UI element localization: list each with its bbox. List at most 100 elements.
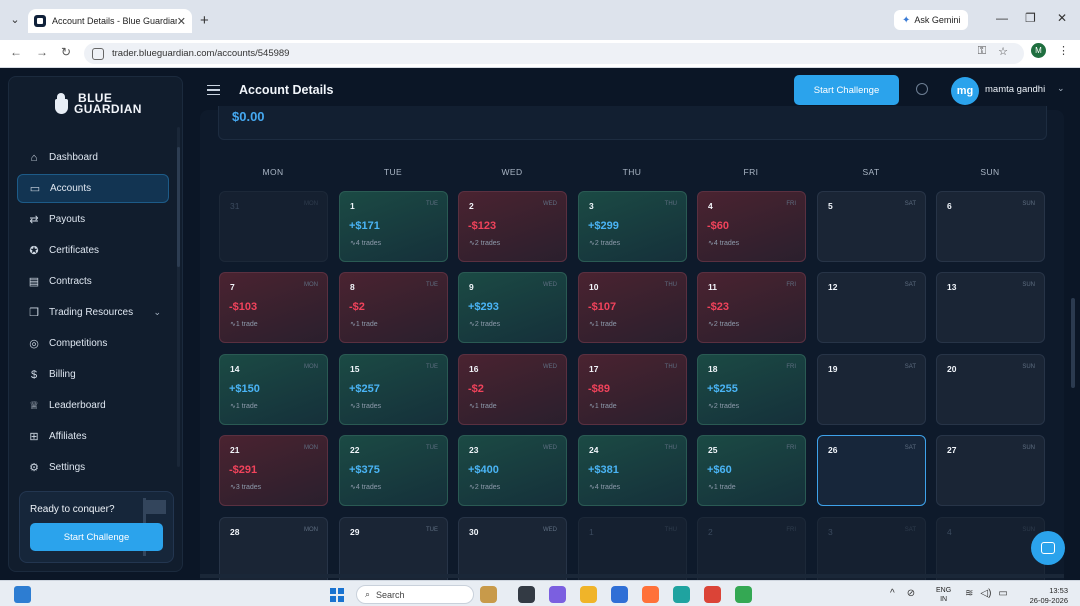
ask-gemini-button[interactable]: ✦ Ask Gemini — [894, 10, 969, 30]
minimize-icon[interactable]: — — [996, 11, 1008, 25]
sidebar-item-contracts[interactable]: ▤ Contracts — [17, 267, 169, 296]
calendar-day-cell[interactable]: 22 TUE +$375 4 trades — [339, 435, 448, 506]
balance-card — [218, 106, 1047, 140]
calendar-day-cell[interactable]: 17 THU -$89 1 trade — [578, 354, 687, 425]
calendar-day-cell[interactable]: 20 SUN — [936, 354, 1045, 425]
calendar-day-cell[interactable]: 2 WED -$123 2 trades — [458, 191, 567, 262]
calendar-day-cell[interactable]: 11 FRI -$23 2 trades — [697, 272, 806, 343]
theme-toggle-icon[interactable] — [916, 83, 928, 95]
back-icon[interactable]: ← — [10, 45, 22, 59]
calendar-day-cell[interactable]: 3 THU +$299 2 trades — [578, 191, 687, 262]
sidebar-item-billing[interactable]: $ Billing — [17, 360, 169, 389]
sidebar-item-certificates[interactable]: ✪ Certificates — [17, 236, 169, 265]
restore-icon[interactable]: ❐ — [1025, 11, 1036, 25]
weekday-header: MON — [262, 167, 284, 177]
calendar-day-cell[interactable]: 19 SAT — [817, 354, 926, 425]
day-number: 20 — [947, 364, 957, 374]
day-weekday: MON — [304, 445, 318, 451]
menu-toggle-icon[interactable] — [207, 85, 220, 95]
start-challenge-button[interactable]: Start Challenge — [794, 75, 899, 105]
day-weekday: TUE — [426, 445, 438, 451]
sidebar-scrollbar[interactable] — [177, 127, 180, 467]
calendar-day-cell[interactable]: 8 TUE -$2 1 trade — [339, 272, 448, 343]
favicon-icon — [34, 15, 46, 27]
taskbar-search[interactable]: ⌕ Search — [356, 585, 474, 604]
sidebar-item-settings[interactable]: ⚙ Settings — [17, 453, 169, 482]
explorer-app-icon[interactable] — [580, 586, 597, 603]
forward-icon[interactable]: → — [36, 45, 48, 59]
site-info-icon[interactable] — [92, 47, 104, 60]
address-bar[interactable]: trader.blueguardian.com/accounts/545989 … — [84, 43, 1024, 64]
password-key-icon[interactable]: ⚿ — [978, 45, 986, 58]
calendar-day-cell[interactable]: 2 FRI — [697, 517, 806, 580]
widgets-icon[interactable] — [14, 586, 31, 603]
sidebar-item-leaderboard[interactable]: ♕ Leaderboard — [17, 391, 169, 420]
calendar-day-cell[interactable]: 3 SAT — [817, 517, 926, 580]
firefox-app-icon[interactable] — [642, 586, 659, 603]
user-name[interactable]: mamta gandhi — [985, 84, 1045, 95]
bookmark-star-icon[interactable]: ☆ — [998, 45, 1008, 58]
calendar-day-cell[interactable]: 29 TUE — [339, 517, 448, 580]
calendar-day-cell[interactable]: 26 SAT — [817, 435, 926, 506]
content-scrollbar[interactable] — [1071, 298, 1075, 388]
calendar-day-cell[interactable]: 23 WED +$400 2 trades — [458, 435, 567, 506]
calendar-day-cell[interactable]: 1 TUE +$171 4 trades — [339, 191, 448, 262]
calendar-day-cell[interactable]: 25 FRI +$60 1 trade — [697, 435, 806, 506]
calendar-day-cell[interactable]: 28 MON — [219, 517, 328, 580]
calendar-day-cell[interactable]: 24 THU +$381 4 trades — [578, 435, 687, 506]
chrome-app-icon[interactable] — [704, 586, 721, 603]
chrome-alt-app-icon[interactable] — [735, 586, 752, 603]
profile-avatar[interactable]: M — [1031, 43, 1046, 58]
tray-status-icons[interactable]: ≋ ◁) ▭ — [965, 588, 1008, 599]
browser-tab[interactable]: Account Details - Blue Guardian ✕ — [28, 9, 192, 33]
tab-title: Account Details - Blue Guardian — [52, 16, 177, 26]
tray-overflow-icon[interactable]: ^ — [890, 588, 895, 599]
user-avatar[interactable]: mg — [951, 77, 979, 105]
tray-network-icon[interactable]: ⊘ — [907, 588, 915, 599]
chevron-down-icon[interactable]: ⌄ — [153, 307, 161, 318]
calendar-day-cell[interactable]: 6 SUN — [936, 191, 1045, 262]
browser-menu-icon[interactable]: ⋮ — [1058, 44, 1069, 57]
calendar-day-cell[interactable]: 12 SAT — [817, 272, 926, 343]
calendar-day-cell[interactable]: 9 WED +$293 2 trades — [458, 272, 567, 343]
close-window-icon[interactable]: ✕ — [1057, 11, 1067, 25]
widgets-app-icon[interactable] — [480, 586, 497, 603]
promo-start-challenge-button[interactable]: Start Challenge — [30, 523, 163, 551]
calendar-day-cell[interactable]: 5 SAT — [817, 191, 926, 262]
calendar-day-cell[interactable]: 31 MON — [219, 191, 328, 262]
calendar-day-cell[interactable]: 13 SUN — [936, 272, 1045, 343]
calendar-day-cell[interactable]: 30 WED — [458, 517, 567, 580]
calendar-day-cell[interactable]: 4 FRI -$60 4 trades — [697, 191, 806, 262]
sidebar-item-competitions[interactable]: ◎ Competitions — [17, 329, 169, 358]
user-menu-chevron-icon[interactable]: ⌄ — [1057, 83, 1065, 94]
language-indicator[interactable]: ENG IN — [936, 586, 951, 604]
edge-app-icon[interactable] — [673, 586, 690, 603]
calendar-day-cell[interactable]: 14 MON +$150 1 trade — [219, 354, 328, 425]
sidebar-item-accounts[interactable]: ▭ Accounts — [17, 174, 169, 203]
sidebar-item-affiliates[interactable]: ⊞ Affiliates — [17, 422, 169, 451]
windows-start-icon[interactable] — [330, 588, 344, 602]
content-hscrollbar[interactable] — [200, 574, 1064, 578]
chat-support-button[interactable] — [1031, 531, 1065, 565]
calendar-day-cell[interactable]: 16 WED -$2 1 trade — [458, 354, 567, 425]
calendar-day-cell[interactable]: 15 TUE +$257 3 trades — [339, 354, 448, 425]
copilot-app-icon[interactable] — [549, 586, 566, 603]
tab-close-icon[interactable]: ✕ — [177, 15, 186, 28]
calendar-day-cell[interactable]: 4 SUN — [936, 517, 1045, 580]
sidebar-item-dashboard[interactable]: ⌂ Dashboard — [17, 143, 169, 172]
calendar-day-cell[interactable]: 1 THU — [578, 517, 687, 580]
calendar-day-cell[interactable]: 21 MON -$291 3 trades — [219, 435, 328, 506]
calendar-day-cell[interactable]: 18 FRI +$255 2 trades — [697, 354, 806, 425]
calendar-day-cell[interactable]: 7 MON -$103 1 trade — [219, 272, 328, 343]
sidebar-item-trading-resources[interactable]: ❒ Trading Resources ⌄ — [17, 298, 169, 327]
calendar-day-cell[interactable]: 27 SUN — [936, 435, 1045, 506]
clock[interactable]: 13:53 26-09-2026 — [1020, 586, 1068, 606]
sidebar-item-payouts[interactable]: ⇄ Payouts — [17, 205, 169, 234]
calendar-day-cell[interactable]: 10 THU -$107 1 trade — [578, 272, 687, 343]
reload-icon[interactable]: ↻ — [61, 45, 71, 59]
brand-logo[interactable]: BLUE GUARDIAN — [53, 92, 142, 115]
tab-search-icon[interactable]: ⌄ — [6, 11, 24, 29]
new-tab-button[interactable]: + — [200, 12, 209, 29]
taskview-app-icon[interactable] — [518, 586, 535, 603]
store-app-icon[interactable] — [611, 586, 628, 603]
